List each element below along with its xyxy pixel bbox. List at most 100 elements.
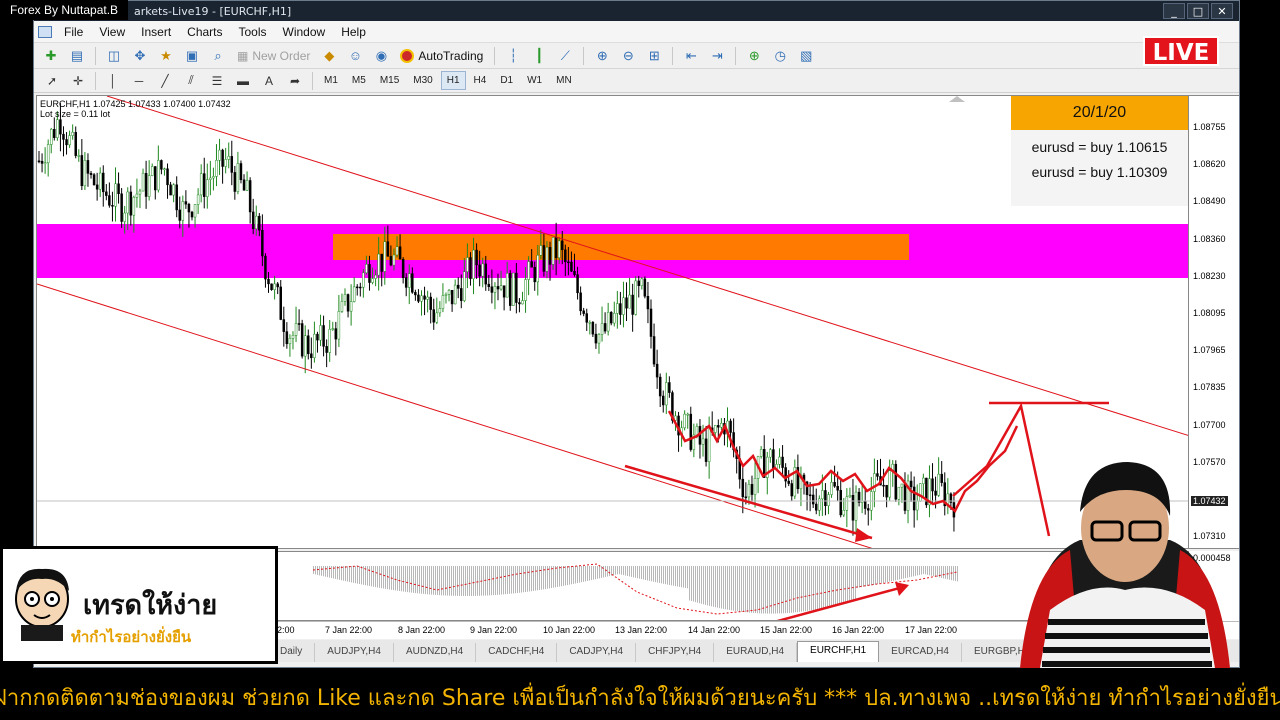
tf-h1[interactable]: H1 <box>440 71 466 90</box>
macd-bar <box>773 566 774 614</box>
candle-body <box>212 176 215 179</box>
candle-body <box>824 490 827 507</box>
macd-bar <box>573 566 574 584</box>
signals-icon[interactable]: ☺ <box>344 46 366 66</box>
trendline-icon[interactable]: ╱ <box>153 71 177 91</box>
tf-m5[interactable]: M5 <box>346 71 372 90</box>
meta-editor-icon[interactable]: ◆ <box>318 46 340 66</box>
zoom-in-icon[interactable]: ⊕ <box>591 46 613 66</box>
cursor-icon[interactable]: ➚ <box>40 71 64 91</box>
tab-eurchf[interactable]: EURCHF,H1 <box>797 641 880 662</box>
candle-body <box>255 215 258 230</box>
candle-body <box>658 376 662 397</box>
macd-bar <box>747 566 748 613</box>
candle-body <box>842 510 846 516</box>
crosshair-icon[interactable]: ✛ <box>66 71 90 91</box>
candle-body <box>493 286 497 293</box>
macd-bar <box>637 566 638 579</box>
tab-audjpy[interactable]: AUDJPY,H4 <box>315 643 394 662</box>
macd-bar <box>819 566 820 609</box>
terminal-icon[interactable]: ▣ <box>181 46 203 66</box>
candle-body <box>218 149 221 161</box>
indicators-icon[interactable]: ⊕ <box>743 46 765 66</box>
arrows-icon[interactable]: ➦ <box>283 71 307 91</box>
close-button[interactable]: ✕ <box>1211 3 1233 19</box>
tile-windows-icon[interactable]: ⊞ <box>643 46 665 66</box>
macd-bar <box>355 566 356 584</box>
menu-help[interactable]: Help <box>333 25 374 39</box>
candle-body <box>741 478 745 498</box>
tab-cadchf[interactable]: CADCHF,H4 <box>476 643 558 662</box>
vertical-line-icon[interactable]: │ <box>101 71 125 91</box>
macd-bar <box>953 566 954 581</box>
scroll-marker <box>949 96 965 102</box>
tab-euraud[interactable]: EURAUD,H4 <box>714 643 798 662</box>
menu-view[interactable]: View <box>91 25 133 39</box>
macd-bar <box>779 566 780 614</box>
candle-body <box>456 284 460 289</box>
macd-bar <box>943 566 944 579</box>
tab-audnzd[interactable]: AUDNZD,H4 <box>394 643 477 662</box>
tf-m15[interactable]: M15 <box>374 71 405 90</box>
new-chart-icon[interactable]: ✚ <box>40 46 62 66</box>
menu-charts[interactable]: Charts <box>179 25 230 39</box>
macd-bar <box>931 566 932 576</box>
tf-m1[interactable]: M1 <box>318 71 344 90</box>
macd-bar <box>553 566 554 588</box>
navigator-icon[interactable]: ★ <box>155 46 177 66</box>
macd-bar <box>517 566 518 593</box>
menu-insert[interactable]: Insert <box>133 25 179 39</box>
minimize-button[interactable]: _ <box>1163 3 1185 19</box>
tf-mn[interactable]: MN <box>550 71 578 90</box>
candle-body <box>144 173 148 197</box>
fibonacci-icon[interactable]: ☰ <box>205 71 229 91</box>
autotrading-button[interactable]: AutoTrading <box>396 47 487 65</box>
chart-shift-icon[interactable]: ⇥ <box>706 46 728 66</box>
macd-bar <box>643 566 644 580</box>
candle-body <box>319 325 322 341</box>
candle-body <box>753 478 757 495</box>
tab-chfjpy[interactable]: CHFJPY,H4 <box>636 643 715 662</box>
strategy-tester-icon[interactable]: ⌕ <box>207 46 229 66</box>
candle-body <box>273 283 276 290</box>
macd-bar <box>645 566 646 580</box>
new-order-button[interactable]: ▦ New Order <box>233 47 314 65</box>
zoom-out-icon[interactable]: ⊖ <box>617 46 639 66</box>
profiles-icon[interactable]: ▤ <box>66 46 88 66</box>
text-icon[interactable]: A <box>257 71 281 91</box>
candlestick-icon[interactable]: ┃ <box>528 46 550 66</box>
macd-bar <box>903 566 904 579</box>
macd-bar <box>745 566 746 613</box>
channel-icon[interactable]: ⫽ <box>179 71 203 91</box>
line-chart-icon[interactable]: ⟋ <box>554 46 576 66</box>
tab-cadjpy[interactable]: CADJPY,H4 <box>557 643 637 662</box>
tf-m30[interactable]: M30 <box>407 71 438 90</box>
maximize-button[interactable]: □ <box>1187 3 1209 19</box>
tab-eurcad[interactable]: EURCAD,H4 <box>879 643 962 662</box>
candle-body <box>126 191 129 214</box>
macd-bar <box>519 566 520 593</box>
macd-bar <box>719 566 720 609</box>
horizontal-line-icon[interactable]: ─ <box>127 71 151 91</box>
menu-window[interactable]: Window <box>275 25 334 39</box>
candle-body <box>193 204 197 218</box>
menu-tools[interactable]: Tools <box>231 25 275 39</box>
candle-body <box>408 273 411 288</box>
templates-icon[interactable]: ▧ <box>795 46 817 66</box>
macd-bar <box>827 566 828 608</box>
market-watch-icon[interactable]: ◫ <box>103 46 125 66</box>
rectangle-icon[interactable]: ▬ <box>231 71 255 91</box>
tf-w1[interactable]: W1 <box>521 71 548 90</box>
candle-body <box>915 501 919 511</box>
market-icon[interactable]: ◉ <box>370 46 392 66</box>
macd-bar <box>407 566 408 593</box>
bar-chart-icon[interactable]: ┆ <box>502 46 524 66</box>
tf-h4[interactable]: H4 <box>468 71 493 90</box>
tf-d1[interactable]: D1 <box>494 71 519 90</box>
candle-body <box>542 245 546 272</box>
periods-icon[interactable]: ◷ <box>769 46 791 66</box>
autoscroll-icon[interactable]: ⇤ <box>680 46 702 66</box>
menu-file[interactable]: File <box>56 25 91 39</box>
data-window-icon[interactable]: ✥ <box>129 46 151 66</box>
macd-bar <box>763 566 764 614</box>
